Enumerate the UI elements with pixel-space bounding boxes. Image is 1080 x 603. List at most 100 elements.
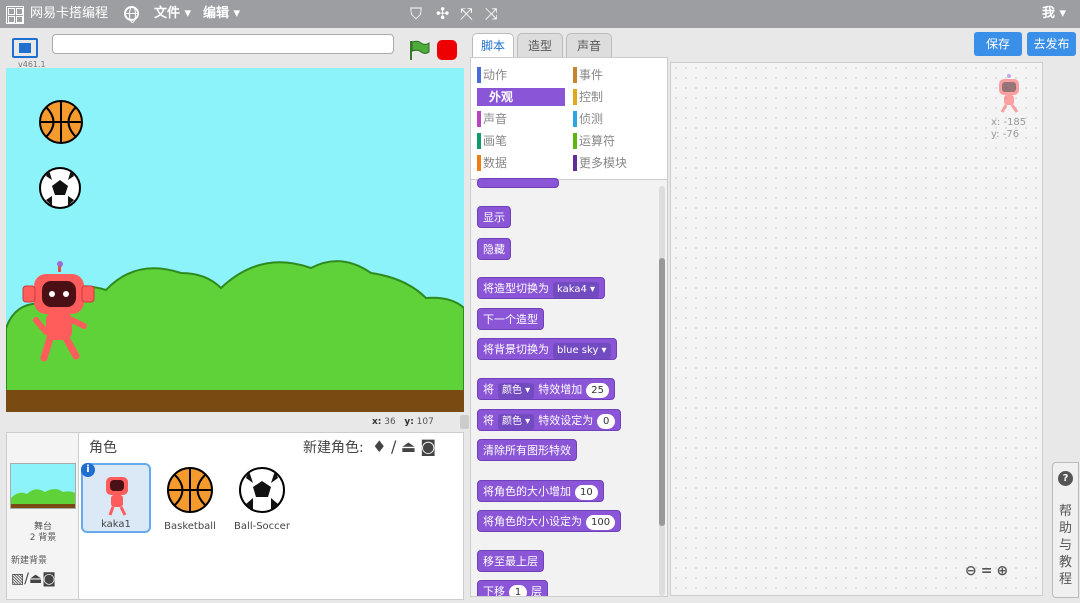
- kaka-thumbnail: [106, 477, 128, 516]
- upload-backdrop-icon[interactable]: ⏏: [29, 571, 42, 587]
- effect-dropdown[interactable]: 颜色 ▾: [498, 383, 535, 399]
- category-operators[interactable]: 运算符: [567, 132, 655, 150]
- block-switch-costume[interactable]: 将造型切换为 kaka4 ▾: [477, 277, 606, 299]
- block-go-back[interactable]: 下移 1 层: [477, 580, 548, 596]
- category-events[interactable]: 事件: [567, 66, 655, 84]
- block-set-size[interactable]: 将角色的大小设定为 100: [477, 510, 622, 532]
- upload-sprite-icon[interactable]: ⏏: [401, 437, 416, 456]
- file-menu[interactable]: 文件 ▾: [154, 0, 191, 28]
- effect-amount-input[interactable]: 25: [586, 383, 609, 398]
- sprite-library-icon[interactable]: ♦: [372, 437, 386, 456]
- category-data[interactable]: 数据: [471, 154, 559, 172]
- new-backdrop-label: 新建背景: [11, 556, 48, 566]
- stage-canvas[interactable]: [6, 68, 464, 412]
- sprite-y: y: -76: [991, 129, 1020, 140]
- mouse-y-label: y:: [404, 417, 414, 427]
- category-looks[interactable]: 外观: [477, 88, 565, 106]
- block-show[interactable]: 显示: [477, 206, 511, 228]
- sprite-name: Ball-Soccer: [234, 521, 290, 532]
- block-next-costume[interactable]: 下一个造型: [477, 308, 544, 330]
- zoom-controls: ⊖ = ⊕: [965, 563, 1012, 579]
- sprite-position: x: -185 y: -76: [991, 117, 1026, 141]
- palette-scrollbar-thumb[interactable]: [659, 258, 665, 526]
- stage-collapse-toggle[interactable]: [460, 415, 469, 429]
- green-flag-icon[interactable]: [408, 40, 430, 60]
- menu-bar: 网易卡搭编程 文件 ▾ 编辑 ▾ ⛉ ✣ ⤧ ⤨ 我 ▾: [0, 0, 1080, 28]
- category-more-blocks[interactable]: 更多模块: [567, 154, 655, 172]
- mouse-x-value: 36: [384, 417, 396, 427]
- new-backdrop-tools: ▧/⏏◙: [11, 571, 56, 587]
- app-title: 网易卡搭编程: [30, 6, 109, 21]
- zoom-in-icon[interactable]: ⊕: [996, 563, 1008, 579]
- grow-icon[interactable]: ⤧: [460, 5, 473, 23]
- block-partial[interactable]: [477, 178, 559, 188]
- stage-backdrop-count: 2 背景: [29, 533, 57, 543]
- help-label: 帮助与教程: [1059, 504, 1073, 587]
- new-sprite-label: 新建角色: ♦ / ⏏ ◙: [303, 437, 436, 457]
- user-menu[interactable]: 我 ▾: [1042, 0, 1066, 28]
- block-change-size[interactable]: 将角色的大小增加 10: [477, 480, 604, 502]
- fullscreen-button[interactable]: [12, 38, 38, 58]
- category-sensing[interactable]: 侦测: [567, 110, 655, 128]
- costume-dropdown[interactable]: kaka4 ▾: [553, 282, 600, 298]
- basketball-thumbnail: [167, 467, 213, 513]
- mouse-coordinates: x: 36 y: 107: [372, 417, 434, 427]
- category-control[interactable]: 控制: [567, 88, 655, 106]
- soccer-thumbnail: [239, 467, 285, 513]
- logo-icon: [6, 6, 24, 24]
- paint-sprite-icon[interactable]: /: [391, 437, 396, 456]
- category-motion[interactable]: 动作: [471, 66, 559, 84]
- block-hide[interactable]: 隐藏: [477, 238, 511, 260]
- shrink-icon[interactable]: ⤨: [485, 5, 498, 23]
- stage-basketball-sprite: [39, 100, 83, 144]
- camera-backdrop-icon[interactable]: ◙: [42, 571, 56, 587]
- stage-thumbnail[interactable]: [10, 463, 76, 509]
- help-panel[interactable]: ? 帮助与教程: [1052, 462, 1079, 598]
- block-switch-backdrop[interactable]: 将背景切换为 blue sky ▾: [477, 338, 617, 360]
- project-title-input[interactable]: [52, 34, 394, 54]
- stop-button[interactable]: [437, 40, 457, 60]
- set-size-input[interactable]: 100: [586, 515, 616, 530]
- language-globe-icon[interactable]: [124, 6, 139, 23]
- category-sound[interactable]: 声音: [471, 110, 559, 128]
- tab-sounds[interactable]: 声音: [566, 33, 612, 58]
- stamp-icon[interactable]: ⛉: [410, 5, 422, 23]
- tab-costumes[interactable]: 造型: [517, 33, 563, 58]
- sprite-name: Basketball: [164, 521, 216, 532]
- sprite-tile-ball-soccer[interactable]: Ball-Soccer: [227, 463, 297, 533]
- block-set-effect[interactable]: 将颜色 ▾ 特效设定为 0: [477, 409, 622, 431]
- block-go-front[interactable]: 移至最上层: [477, 550, 544, 572]
- stage-column: 舞台 2 背景 新建背景 ▧/⏏◙: [7, 433, 79, 599]
- camera-sprite-icon[interactable]: ◙: [420, 437, 436, 456]
- cut-icon[interactable]: ✣: [436, 5, 449, 23]
- mouse-y-value: 107: [416, 417, 434, 427]
- block-change-effect[interactable]: 将颜色 ▾ 特效增加 25: [477, 378, 615, 400]
- zoom-reset-icon[interactable]: =: [981, 563, 993, 579]
- script-area[interactable]: x: -185 y: -76 ⊖ = ⊕: [670, 62, 1043, 596]
- backdrop-dropdown[interactable]: blue sky ▾: [553, 343, 611, 359]
- layers-input[interactable]: 1: [509, 585, 527, 596]
- sprite-tile-kaka1[interactable]: i kaka1: [81, 463, 151, 533]
- mouse-x-label: x:: [372, 417, 382, 427]
- current-sprite-icon: [999, 74, 1019, 113]
- save-button[interactable]: 保存: [974, 32, 1022, 56]
- block-clear-effects[interactable]: 清除所有图形特效: [477, 439, 577, 461]
- help-icon[interactable]: ?: [1058, 471, 1073, 486]
- sprite-name: kaka1: [101, 519, 131, 530]
- sprite-x: x: -185: [991, 117, 1027, 128]
- new-sprite-text: 新建角色:: [303, 440, 364, 456]
- sprite-pane: 舞台 2 背景 新建背景 ▧/⏏◙ 角色 新建角色: ♦ / ⏏ ◙ i kak…: [6, 432, 464, 600]
- category-pen[interactable]: 画笔: [471, 132, 559, 150]
- edit-menu[interactable]: 编辑 ▾: [203, 0, 240, 28]
- tab-scripts[interactable]: 脚本: [472, 33, 514, 58]
- category-list: 动作 事件 外观 控制 声音 侦测 画笔 运算符 数据 更多模块: [471, 58, 667, 180]
- block-palette: 动作 事件 外观 控制 声音 侦测 画笔 运算符 数据 更多模块 显示 隐藏 将…: [470, 57, 668, 597]
- sprite-tile-basketball[interactable]: Basketball: [155, 463, 225, 533]
- set-effect-dropdown[interactable]: 颜色 ▾: [498, 414, 535, 430]
- zoom-out-icon[interactable]: ⊖: [965, 563, 977, 579]
- publish-button[interactable]: 去发布: [1027, 32, 1076, 56]
- size-amount-input[interactable]: 10: [575, 485, 598, 500]
- set-effect-amount-input[interactable]: 0: [597, 414, 616, 429]
- paint-backdrop-icon[interactable]: ▧: [11, 571, 24, 587]
- stage-header: v461.1: [6, 32, 464, 69]
